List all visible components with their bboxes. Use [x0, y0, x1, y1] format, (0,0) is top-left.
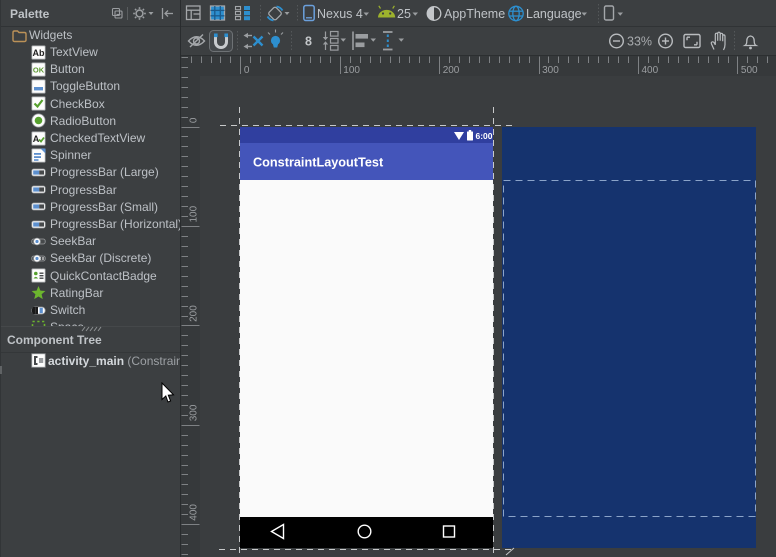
svg-text:200: 200 — [443, 65, 460, 76]
svg-text:500: 500 — [741, 65, 758, 76]
svg-text:100: 100 — [189, 205, 200, 222]
svg-text:0: 0 — [189, 117, 200, 123]
svg-text:8: 8 — [305, 35, 312, 49]
svg-text:25: 25 — [397, 7, 411, 21]
svg-text:A: A — [33, 134, 40, 144]
svg-text:AppTheme: AppTheme — [444, 7, 505, 21]
svg-text:100: 100 — [343, 65, 360, 76]
svg-text:Ab: Ab — [33, 48, 45, 58]
svg-text:300: 300 — [542, 65, 559, 76]
svg-text:400: 400 — [189, 504, 200, 521]
svg-text:Language: Language — [526, 7, 582, 21]
svg-text:200: 200 — [189, 305, 200, 322]
svg-text:OK: OK — [33, 65, 45, 74]
svg-text:400: 400 — [642, 65, 659, 76]
svg-text:300: 300 — [189, 404, 200, 421]
svg-text:0: 0 — [244, 65, 250, 76]
svg-text:33%: 33% — [627, 35, 652, 49]
svg-text:Nexus 4: Nexus 4 — [317, 7, 363, 21]
